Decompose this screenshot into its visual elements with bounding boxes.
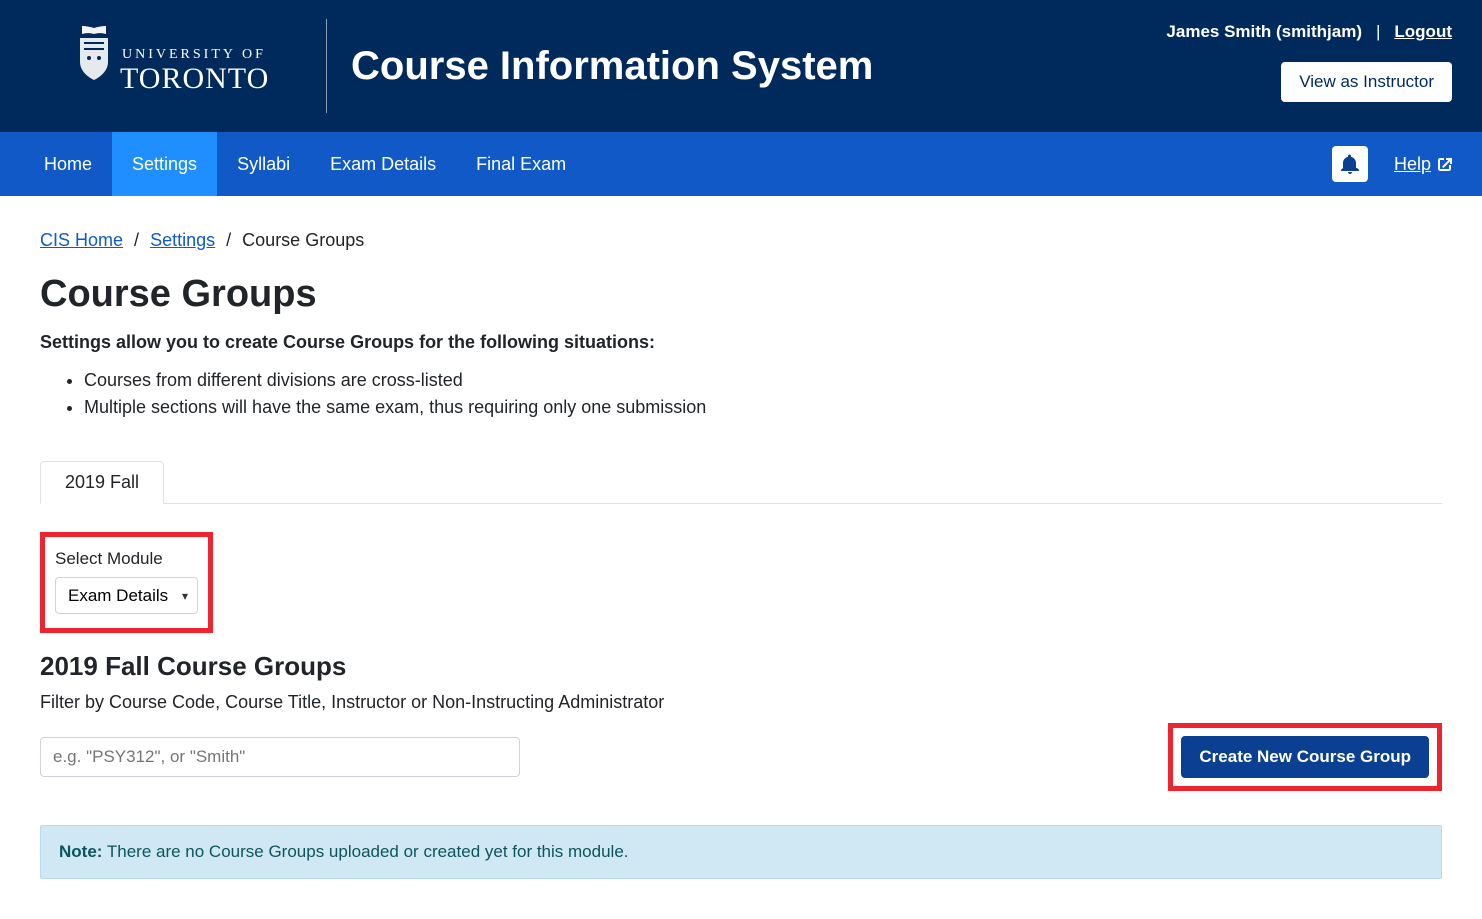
nav-home[interactable]: Home bbox=[24, 132, 112, 196]
bell-icon bbox=[1341, 154, 1359, 174]
module-select[interactable]: Exam Details bbox=[55, 577, 198, 614]
select-module-label: Select Module bbox=[55, 549, 198, 569]
list-item: Multiple sections will have the same exa… bbox=[84, 394, 1442, 421]
note-prefix: Note: bbox=[59, 842, 102, 861]
breadcrumb: CIS Home / Settings / Course Groups bbox=[40, 230, 1442, 251]
note-text: There are no Course Groups uploaded or c… bbox=[102, 842, 628, 861]
page-title: Course Groups bbox=[40, 273, 1442, 316]
page-intro: Settings allow you to create Course Grou… bbox=[40, 332, 1442, 353]
nav-settings[interactable]: Settings bbox=[112, 132, 217, 196]
create-button-highlight: Create New Course Group bbox=[1168, 723, 1442, 791]
main-nav: Home Settings Syllabi Exam Details Final… bbox=[0, 132, 1482, 196]
select-module-block: Select Module Exam Details bbox=[40, 532, 213, 633]
app-title: Course Information System bbox=[351, 44, 873, 89]
external-link-icon bbox=[1437, 157, 1452, 172]
empty-state-note: Note: There are no Course Groups uploade… bbox=[40, 825, 1442, 879]
view-as-instructor-button[interactable]: View as Instructor bbox=[1281, 62, 1452, 102]
header-separator: | bbox=[1376, 22, 1380, 42]
logout-link[interactable]: Logout bbox=[1394, 22, 1452, 42]
create-new-course-group-button[interactable]: Create New Course Group bbox=[1181, 736, 1429, 778]
uoft-logo-block: UNIVERSITY OF TORONTO bbox=[34, 0, 274, 132]
breadcrumb-settings[interactable]: Settings bbox=[150, 230, 215, 250]
situations-list: Courses from different divisions are cro… bbox=[84, 367, 1442, 421]
filter-label: Filter by Course Code, Course Title, Ins… bbox=[40, 692, 1442, 713]
nav-exam-details[interactable]: Exam Details bbox=[310, 132, 456, 196]
app-header: UNIVERSITY OF TORONTO Course Information… bbox=[0, 0, 1482, 132]
list-item: Courses from different divisions are cro… bbox=[84, 367, 1442, 394]
header-divider bbox=[326, 19, 327, 113]
filter-input[interactable] bbox=[40, 737, 520, 777]
breadcrumb-current: Course Groups bbox=[242, 230, 364, 250]
logo-line2: TORONTO bbox=[120, 62, 269, 95]
nav-final-exam[interactable]: Final Exam bbox=[456, 132, 586, 196]
section-title: 2019 Fall Course Groups bbox=[40, 651, 1442, 682]
main-content: CIS Home / Settings / Course Groups Cour… bbox=[0, 196, 1482, 919]
logo-line1: UNIVERSITY OF bbox=[122, 47, 266, 62]
breadcrumb-cis-home[interactable]: CIS Home bbox=[40, 230, 123, 250]
uoft-logo-icon: UNIVERSITY OF TORONTO bbox=[34, 22, 274, 110]
help-link[interactable]: Help bbox=[1394, 154, 1452, 175]
help-label: Help bbox=[1394, 154, 1431, 175]
tab-2019-fall[interactable]: 2019 Fall bbox=[40, 461, 164, 504]
current-user: James Smith (smithjam) bbox=[1166, 22, 1362, 42]
term-tabs: 2019 Fall bbox=[40, 461, 1442, 504]
notifications-button[interactable] bbox=[1332, 146, 1368, 182]
nav-syllabi[interactable]: Syllabi bbox=[217, 132, 310, 196]
